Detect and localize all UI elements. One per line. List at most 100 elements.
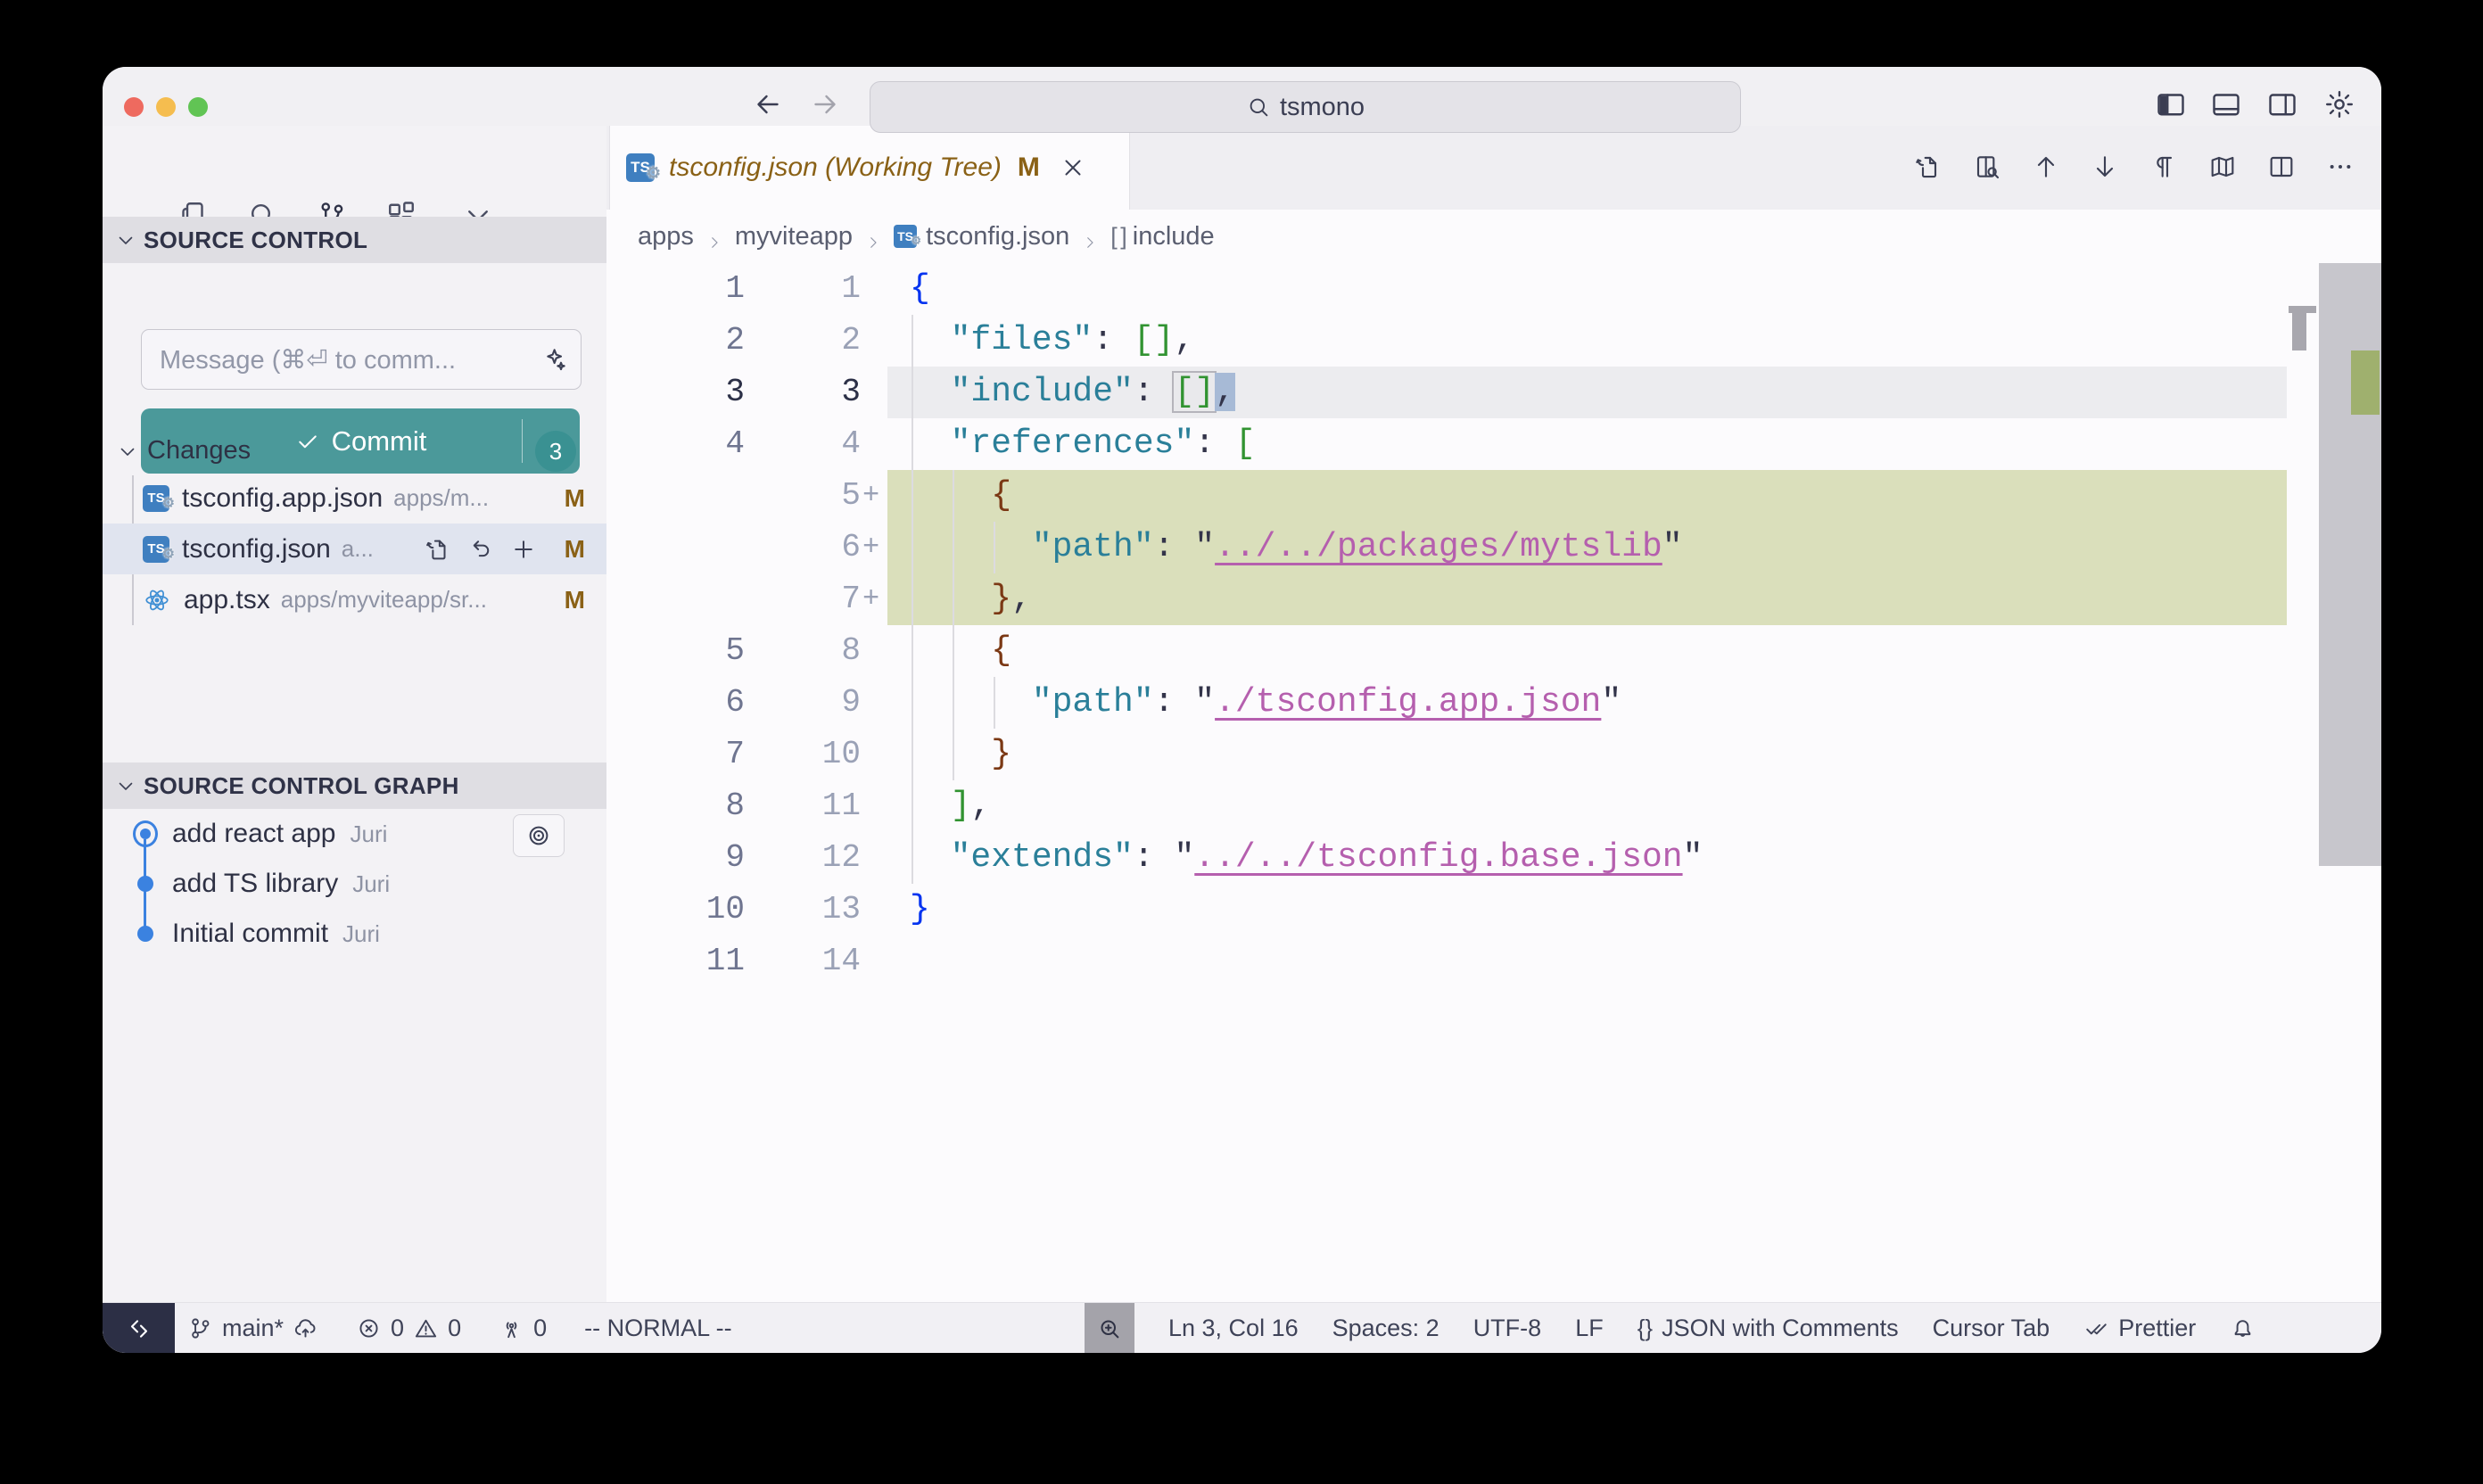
cursor-position[interactable]: Ln 3, Col 16 (1168, 1315, 1299, 1342)
errors-count: 0 (391, 1315, 404, 1342)
encoding[interactable]: UTF-8 (1473, 1315, 1542, 1342)
command-center-search[interactable]: tsmono (870, 81, 1741, 133)
open-file-icon[interactable] (425, 536, 451, 563)
discard-changes-icon[interactable] (467, 536, 494, 563)
new-line-number: 5 (749, 470, 861, 522)
layout-panel-icon[interactable] (2210, 88, 2242, 120)
changes-section-header[interactable]: Changes (103, 428, 606, 473)
source-control-header[interactable]: SOURCE CONTROL (103, 217, 606, 263)
status-group[interactable]: -- NORMAL -- (584, 1315, 731, 1342)
breadcrumb: appsmyviteappTS⚙tsconfig.json[ ]include (606, 210, 2381, 263)
status-group[interactable]: main* (187, 1315, 318, 1342)
old-line-number: 9 (606, 832, 745, 884)
previous-change-button[interactable] (2032, 153, 2060, 181)
code-line-10[interactable]: 710 } (606, 729, 2381, 780)
commit-row[interactable]: add react appJuri (103, 809, 606, 859)
indentation-label: Spaces: 2 (1332, 1315, 1439, 1342)
code-line-6[interactable]: 6+ "path": "../../packages/mytslib" (606, 522, 2381, 573)
breadcrumb-item-apps[interactable]: apps (638, 222, 694, 251)
next-change-button[interactable] (2091, 153, 2119, 181)
change-row-app.tsx[interactable]: app.tsxapps/myviteapp/sr...M (103, 574, 606, 625)
branch-icon (187, 1315, 213, 1341)
forward-button[interactable] (809, 88, 841, 120)
layout-sidebar-left-icon[interactable] (2155, 88, 2187, 120)
minimap[interactable] (2287, 263, 2319, 1302)
encoding-label: UTF-8 (1473, 1315, 1542, 1342)
breadcrumb-item-tsconfig.json[interactable]: tsconfig.json (926, 222, 1069, 251)
status-group[interactable]: 00 (356, 1315, 461, 1342)
zoom-indicator[interactable] (1085, 1303, 1134, 1353)
changes-count-badge: 3 (535, 431, 576, 472)
code-line-7[interactable]: 7+ }, (606, 573, 2381, 625)
commit-row[interactable]: add TS libraryJuri (103, 859, 606, 909)
checkout-target-button[interactable] (513, 814, 565, 857)
commit-row[interactable]: Initial commitJuri (103, 909, 606, 959)
line-content: { (910, 263, 930, 315)
eol[interactable]: LF (1575, 1315, 1604, 1342)
language-mode[interactable]: {}JSON with Comments (1637, 1315, 1899, 1342)
breadcrumb-item-include[interactable]: include (1133, 222, 1215, 251)
code-line-13[interactable]: 1013} (606, 884, 2381, 936)
source-control-header-label: SOURCE CONTROL (144, 227, 367, 254)
cursor-tab[interactable]: Cursor Tab (1933, 1315, 2050, 1342)
new-line-number: 14 (749, 936, 861, 987)
change-row-tsconfig.json[interactable]: TS⚙tsconfig.jsona...M (103, 524, 606, 574)
code-line-11[interactable]: 811 ], (606, 780, 2381, 832)
warnings-count: 0 (448, 1315, 461, 1342)
settings-gear-icon[interactable] (2323, 88, 2355, 120)
vertical-scrollbar[interactable] (2319, 263, 2381, 1302)
old-line-number: 6 (606, 677, 745, 729)
line-background (887, 884, 2287, 936)
layout-sidebar-right-icon[interactable] (2266, 88, 2298, 120)
split-editor-button[interactable] (2267, 153, 2296, 181)
stage-changes-icon[interactable] (510, 536, 537, 563)
breadcrumb-separator-icon (1082, 228, 1098, 244)
branch-label: main* (222, 1315, 284, 1342)
back-button[interactable] (752, 88, 784, 120)
indentation[interactable]: Spaces: 2 (1332, 1315, 1439, 1342)
new-line-number: 12 (749, 832, 861, 884)
more-actions-button[interactable] (2326, 153, 2355, 181)
code-line-1[interactable]: 11{ (606, 263, 2381, 315)
modified-badge: M (565, 535, 585, 564)
maximize-window-button[interactable] (188, 97, 208, 117)
change-row-tsconfig.app.json[interactable]: TS⚙tsconfig.app.jsonapps/m...M (103, 473, 606, 524)
formatter[interactable]: Prettier (2083, 1315, 2196, 1342)
source-control-graph-header[interactable]: SOURCE CONTROL GRAPH (103, 763, 606, 809)
status-bar: main*000-- NORMAL -- Ln 3, Col 16Spaces:… (103, 1302, 2381, 1353)
commit-message: add react app (172, 819, 335, 849)
tab-close-icon[interactable] (1060, 154, 1086, 181)
notifications-bell-icon[interactable] (2230, 1315, 2256, 1341)
line-content: }, (910, 573, 1032, 625)
close-window-button[interactable] (124, 97, 144, 117)
minimize-window-button[interactable] (156, 97, 176, 117)
code-line-12[interactable]: 912 "extends": "../../tsconfig.base.json… (606, 832, 2381, 884)
open-changes-file-icon[interactable] (1914, 153, 1943, 181)
tab-tsconfig-working-tree[interactable]: TS⚙ tsconfig.json (Working Tree) M (609, 126, 1130, 210)
commit-dot-icon (133, 921, 158, 946)
head-commit-icon (133, 821, 158, 846)
line-content: "files": [], (910, 315, 1194, 367)
commit-message-input[interactable]: Message (⌘⏎ to comm... (141, 329, 582, 390)
code-line-2[interactable]: 22 "files": [], (606, 315, 2381, 367)
indent-guide (994, 522, 995, 573)
whitespace-toggle-icon[interactable] (2149, 153, 2178, 181)
code-line-14[interactable]: 1114 (606, 936, 2381, 987)
code-line-9[interactable]: 69 "path": "./tsconfig.app.json" (606, 677, 2381, 729)
breadcrumb-item-myviteapp[interactable]: myviteapp (735, 222, 853, 251)
code-line-5[interactable]: 5+ { (606, 470, 2381, 522)
compare-editor-icon[interactable] (1973, 153, 2001, 181)
code-line-8[interactable]: 58 { (606, 625, 2381, 677)
code-line-4[interactable]: 44 "references": [ (606, 418, 2381, 470)
old-line-number (606, 470, 745, 522)
diff-editor[interactable]: 11{22 "files": [],33 "include": [],44 "r… (606, 263, 2381, 1302)
code-line-3[interactable]: 33 "include": [], (606, 367, 2381, 418)
line-content: "include": [], (910, 367, 1235, 418)
tab-bar: TS⚙ tsconfig.json (Working Tree) M (606, 126, 2381, 210)
remote-indicator[interactable] (103, 1303, 175, 1353)
sparkle-icon[interactable] (540, 345, 568, 374)
map-icon[interactable] (2208, 153, 2237, 181)
status-group[interactable]: 0 (499, 1315, 547, 1342)
line-background (887, 780, 2287, 832)
breadcrumb-separator-icon (706, 228, 722, 244)
